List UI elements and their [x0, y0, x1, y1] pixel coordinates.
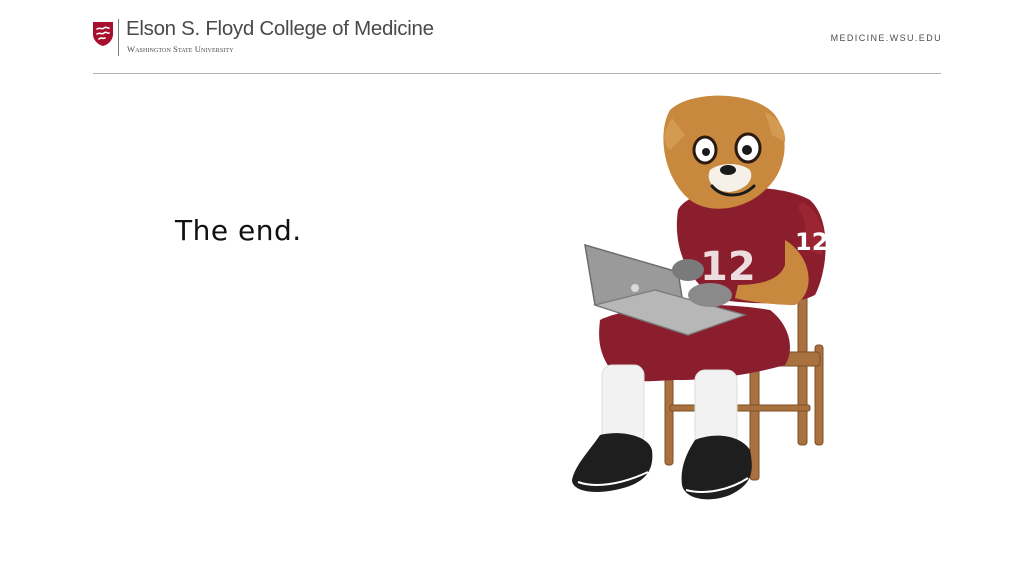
wsu-shield-logo-icon	[93, 22, 113, 46]
university-name: Washington State University	[127, 44, 234, 54]
cougar-mascot-with-laptop-image: 12 12	[572, 95, 828, 500]
slide-body-text: The end.	[175, 214, 302, 247]
college-name: Elson S. Floyd College of Medicine	[126, 17, 434, 40]
header-divider	[93, 73, 941, 74]
logo-divider	[118, 19, 119, 56]
jersey-number-sleeve: 12	[795, 228, 828, 256]
site-url: MEDICINE.WSU.EDU	[830, 33, 942, 43]
slide-header: Elson S. Floyd College of Medicine Washi…	[0, 0, 1024, 75]
